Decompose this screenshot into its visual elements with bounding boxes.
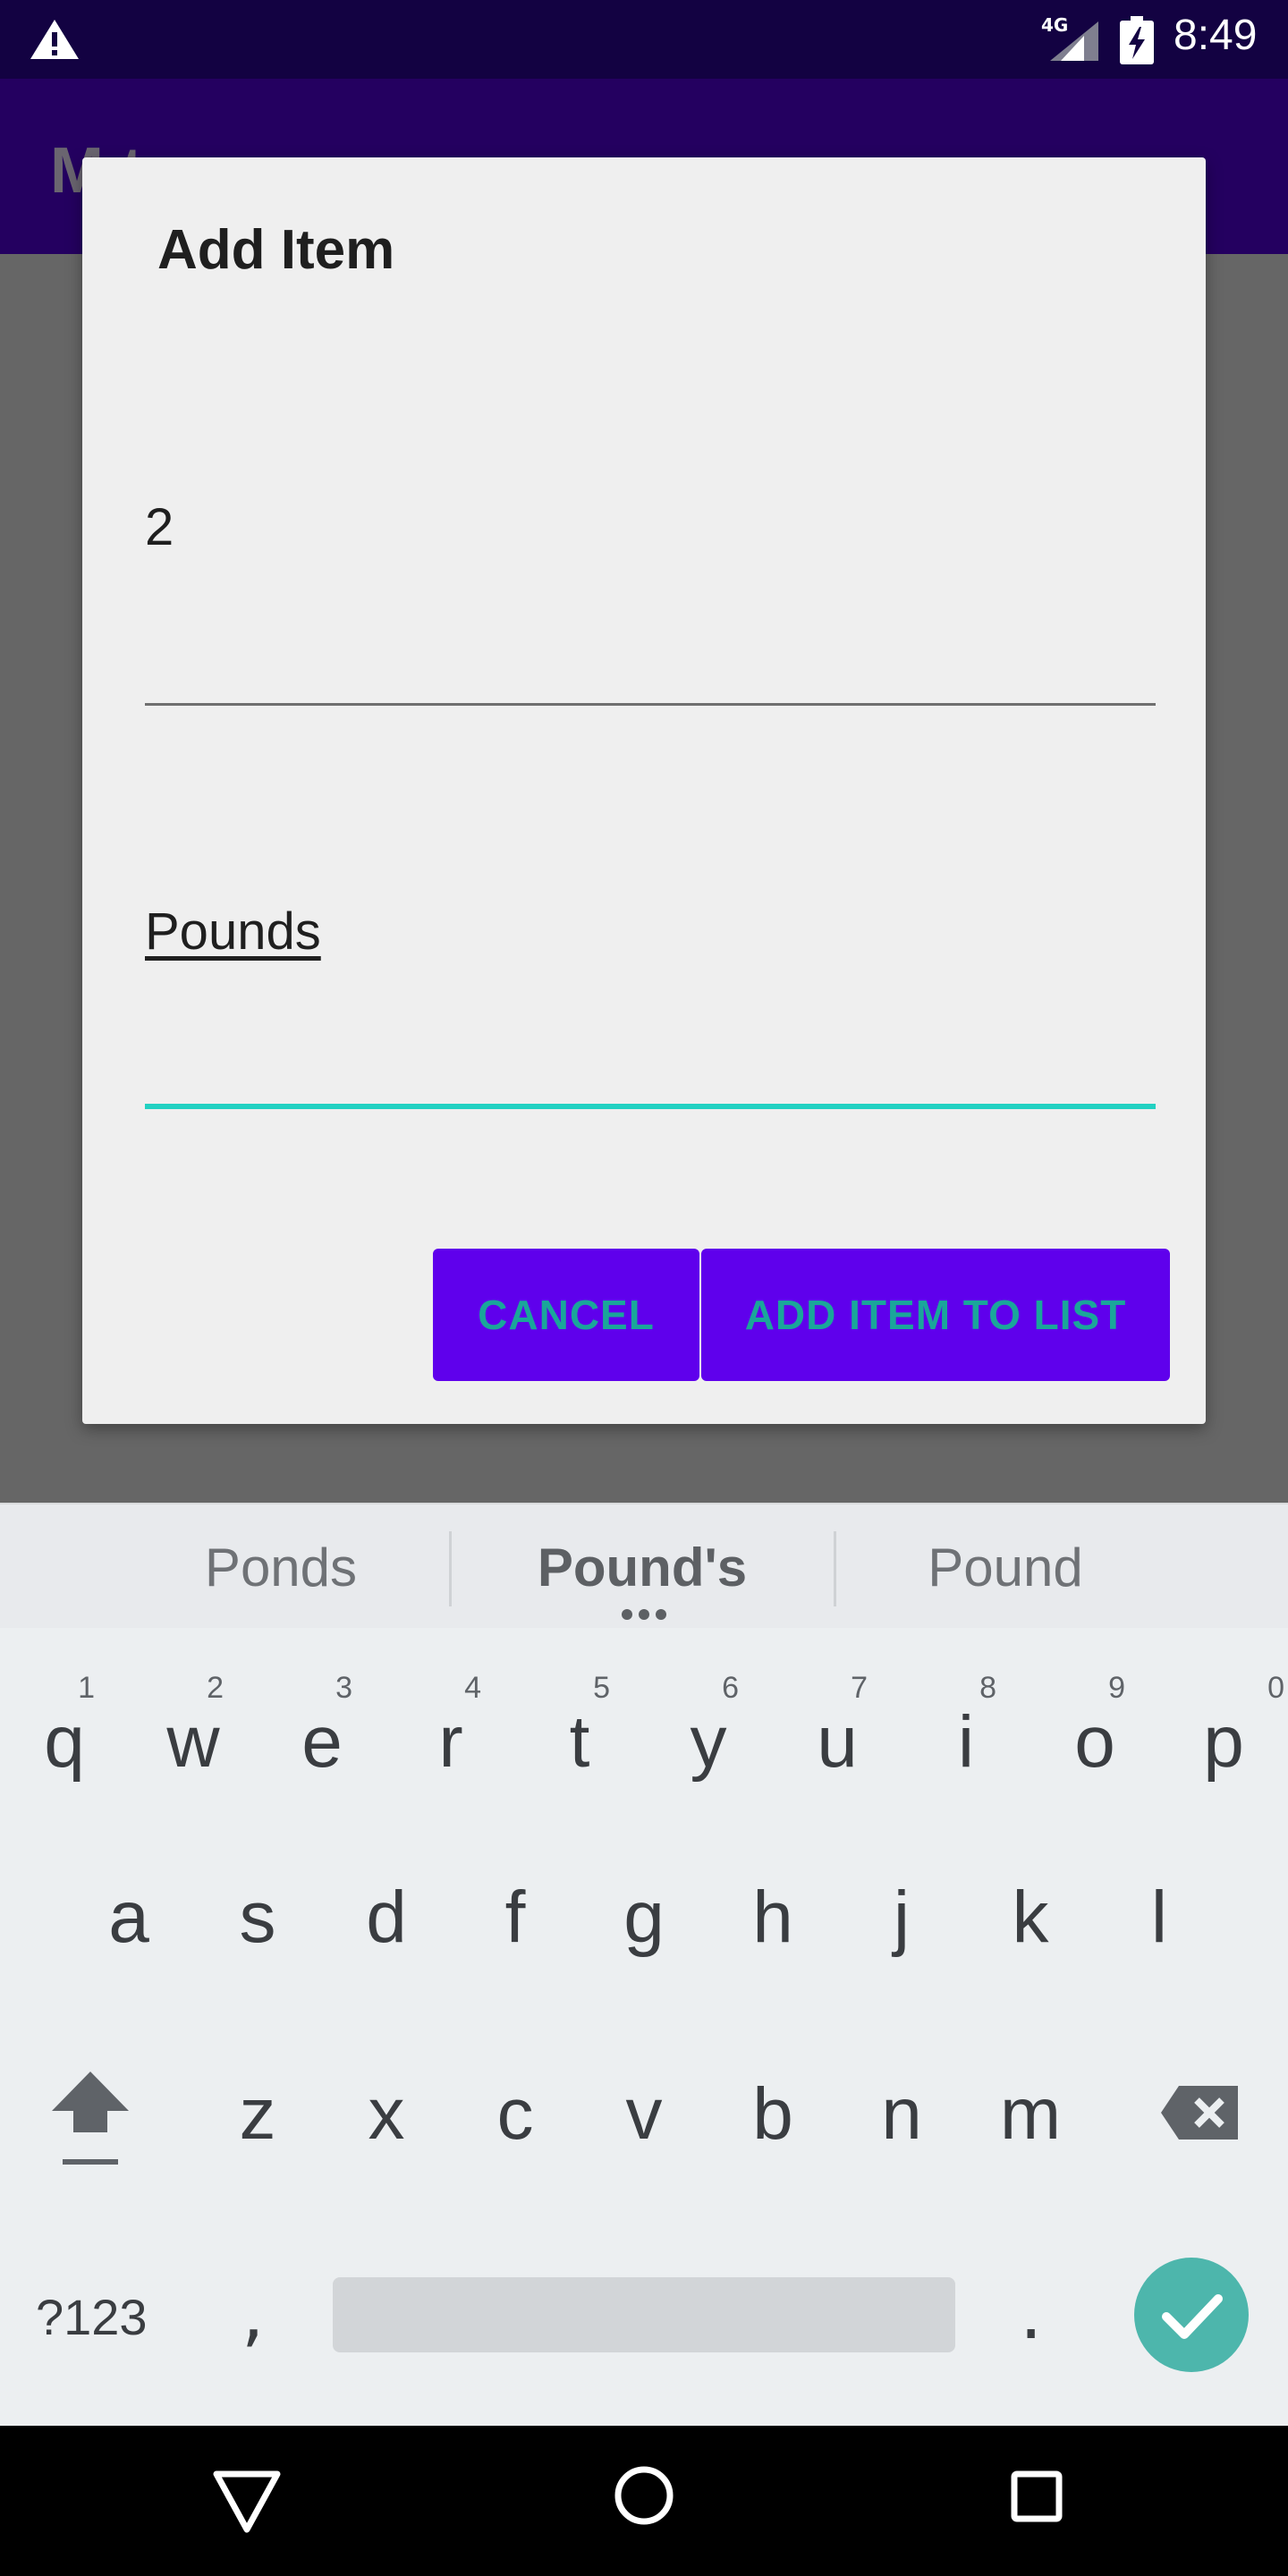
checkmark-icon [1162, 2294, 1223, 2339]
key-u[interactable]: 7u [773, 1653, 902, 1832]
battery-charging-icon [1120, 16, 1154, 64]
key-f[interactable]: f [451, 1828, 580, 2007]
key-m[interactable]: m [966, 2025, 1095, 2204]
soft-keyboard: 1q 2w 3e 4r 5t 6y 7u 8i 9o 0p a s d f g … [0, 1628, 1288, 2426]
key-label: q [44, 1701, 85, 1783]
recents-square-icon[interactable] [1011, 2470, 1063, 2522]
key-hint: 5 [593, 1671, 610, 1705]
key-g[interactable]: g [580, 1828, 708, 2007]
suggestion-item[interactable]: Pound [826, 1537, 1184, 1598]
suggestion-strip: Ponds Pound's Pound [0, 1503, 1288, 1628]
add-item-to-list-button[interactable]: ADD ITEM TO LIST [701, 1249, 1170, 1381]
key-j[interactable]: j [837, 1828, 966, 2007]
add-item-dialog: Add Item 2 Pounds CANCEL ADD ITEM TO LIS… [82, 157, 1206, 1424]
key-hint: 2 [207, 1671, 224, 1705]
quantity-field[interactable]: 2 [145, 497, 1156, 726]
unit-input-value[interactable]: Pounds [145, 902, 321, 962]
enter-key[interactable] [1134, 2258, 1249, 2372]
clock: 8:49 [1174, 12, 1258, 59]
key-l[interactable]: l [1095, 1828, 1224, 2007]
key-hint: 3 [335, 1671, 352, 1705]
symbols-key[interactable]: ?123 [36, 2288, 148, 2346]
quantity-underline [145, 703, 1156, 706]
key-label: t [569, 1701, 590, 1783]
key-n[interactable]: n [837, 2025, 966, 2204]
key-t[interactable]: 5t [515, 1653, 644, 1832]
more-suggestions-icon[interactable] [621, 1608, 667, 1621]
key-a[interactable]: a [64, 1828, 193, 2007]
suggestion-item[interactable]: Ponds [102, 1537, 460, 1598]
key-o[interactable]: 9o [1030, 1653, 1159, 1832]
key-label: w [166, 1701, 220, 1783]
key-label: p [1203, 1701, 1244, 1783]
comma-key[interactable]: , [242, 2272, 264, 2355]
key-s[interactable]: s [193, 1828, 322, 2007]
key-label: i [957, 1701, 975, 1783]
cancel-button[interactable]: CANCEL [433, 1249, 699, 1381]
quantity-input-value[interactable]: 2 [145, 497, 174, 557]
key-label: u [817, 1701, 858, 1783]
key-x[interactable]: x [322, 2025, 451, 2204]
key-label: o [1074, 1701, 1115, 1783]
key-e[interactable]: 3e [258, 1653, 386, 1832]
key-w[interactable]: 2w [129, 1653, 258, 1832]
dialog-title: Add Item [157, 219, 395, 281]
suggestion-item[interactable]: Pound's [463, 1537, 821, 1598]
key-h[interactable]: h [708, 1828, 837, 2007]
key-k[interactable]: k [966, 1828, 1095, 2007]
home-circle-icon[interactable] [614, 2465, 674, 2526]
key-y[interactable]: 6y [644, 1653, 773, 1832]
key-q[interactable]: 1q [0, 1653, 129, 1832]
key-d[interactable]: d [322, 1828, 451, 2007]
key-hint: 6 [722, 1671, 739, 1705]
key-hint: 4 [464, 1671, 481, 1705]
signal-icon [1050, 21, 1098, 61]
key-hint: 9 [1108, 1671, 1125, 1705]
unit-underline-focused [145, 1104, 1156, 1109]
key-v[interactable]: v [580, 2025, 708, 2204]
key-hint: 0 [1267, 1671, 1284, 1705]
warning-icon [30, 20, 79, 59]
key-hint: 1 [78, 1671, 95, 1705]
key-label: e [301, 1701, 343, 1783]
key-hint: 7 [851, 1671, 868, 1705]
backspace-icon[interactable] [1159, 2084, 1240, 2141]
key-b[interactable]: b [708, 2025, 837, 2204]
key-p[interactable]: 0p [1159, 1653, 1288, 1832]
period-key[interactable]: . [1020, 2272, 1042, 2355]
key-z[interactable]: z [193, 2025, 322, 2204]
key-i[interactable]: 8i [902, 1653, 1030, 1832]
back-triangle-icon[interactable] [211, 2467, 283, 2535]
unit-field[interactable]: Pounds [145, 902, 1156, 1131]
key-hint: 8 [979, 1671, 996, 1705]
key-label: y [690, 1701, 727, 1783]
shift-icon[interactable] [43, 2063, 138, 2170]
space-bar[interactable] [333, 2277, 955, 2352]
key-c[interactable]: c [451, 2025, 580, 2204]
key-label: r [438, 1701, 463, 1783]
status-bar: 4G 8:49 [0, 0, 1288, 79]
suggestion-divider [449, 1531, 452, 1606]
key-r[interactable]: 4r [386, 1653, 515, 1832]
navigation-bar [0, 2426, 1288, 2576]
